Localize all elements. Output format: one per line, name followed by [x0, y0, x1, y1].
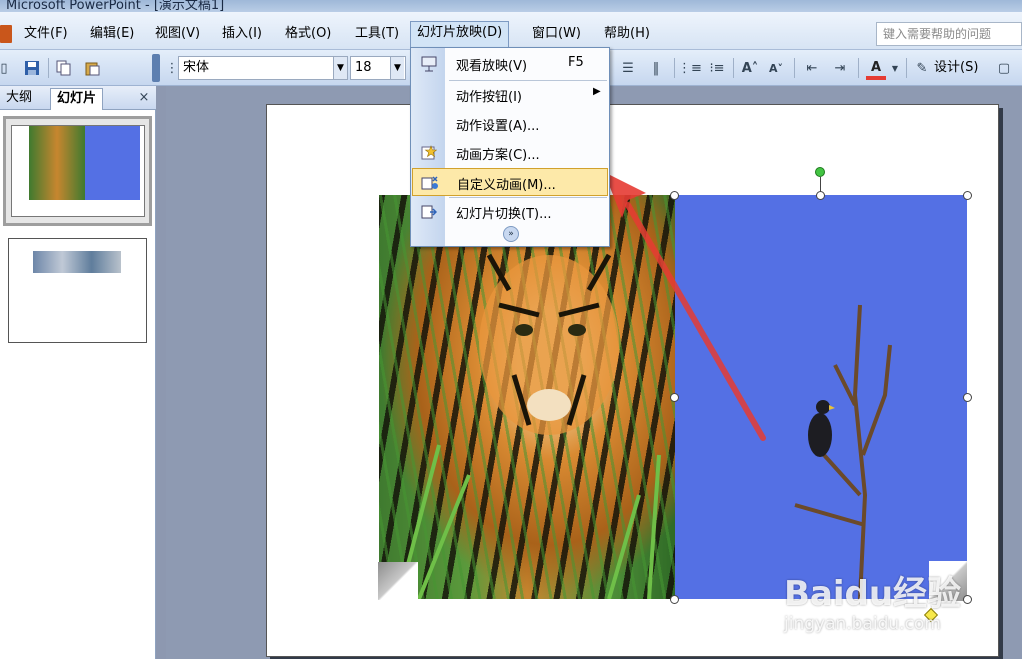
title-bar: Microsoft PowerPoint - [演示文稿1]: [0, 0, 1022, 12]
menu-item-slide-transition[interactable]: 幻灯片切换(T)...: [412, 198, 608, 226]
columns-icon[interactable]: ‖: [646, 58, 666, 78]
resize-handle-e[interactable]: [963, 393, 972, 402]
menu-edit[interactable]: 编辑(E): [84, 23, 140, 45]
slideshow-icon: [420, 56, 438, 72]
increase-font-icon[interactable]: A˄: [740, 58, 760, 78]
menu-view[interactable]: 视图(V): [149, 23, 206, 45]
page-curl-left: [378, 562, 418, 600]
tiger-thumbnail-image: [29, 126, 85, 200]
submenu-arrow-icon: ▶: [593, 86, 601, 97]
menu-insert[interactable]: 插入(I): [216, 23, 268, 45]
transition-icon: [420, 204, 438, 220]
menu-item-view-show[interactable]: 观看放映(V) F5: [412, 50, 608, 78]
design-button[interactable]: 设计(S): [934, 58, 978, 78]
toolbar-divider: [794, 58, 795, 78]
resize-handle-n[interactable]: [816, 191, 825, 200]
banner-thumbnail-image: [33, 251, 121, 273]
bullet-list-icon[interactable]: ⁝≡: [707, 58, 727, 78]
menu-item-label: 幻灯片切换(T)...: [456, 207, 552, 222]
font-color-icon[interactable]: A: [866, 58, 886, 80]
help-search-input[interactable]: 键入需要帮助的问题: [876, 22, 1022, 46]
toolbar-divider: [733, 58, 734, 78]
bird-branch-icon: [794, 304, 892, 599]
custom-animation-icon: [421, 175, 439, 191]
menu-tools[interactable]: 工具(T): [349, 23, 405, 45]
toolbar-grip[interactable]: [152, 54, 160, 82]
menu-format[interactable]: 格式(O): [279, 23, 337, 45]
font-name-field[interactable]: 宋体: [178, 56, 348, 80]
powerpoint-app-icon[interactable]: [0, 25, 12, 43]
tiger-face-icon: [397, 253, 661, 599]
menu-item-animation-schemes[interactable]: 动画方案(C)...: [412, 139, 608, 167]
decrease-indent-icon[interactable]: ⇤: [802, 58, 822, 78]
menu-item-custom-animation[interactable]: 自定义动画(M)...: [412, 168, 608, 196]
menu-item-label: 自定义动画(M)...: [457, 178, 556, 193]
menu-item-label: 观看放映(V): [456, 59, 528, 74]
font-name-dropdown-icon[interactable]: ▼: [333, 57, 347, 79]
close-pane-icon[interactable]: ×: [136, 88, 152, 108]
menu-item-action-settings[interactable]: 动作设置(A)...: [412, 110, 608, 138]
menu-item-action-buttons[interactable]: 动作按钮(I) ▶: [412, 81, 608, 109]
new-slide-icon[interactable]: ▢: [994, 58, 1014, 78]
increase-indent-icon[interactable]: ⇥: [830, 58, 850, 78]
toolbar-divider: [674, 58, 675, 78]
menu-file[interactable]: 文件(F): [18, 23, 74, 45]
resize-handle-w[interactable]: [670, 393, 679, 402]
font-size-dropdown-icon[interactable]: ▼: [390, 57, 404, 79]
align-justify-icon[interactable]: ☰: [618, 58, 638, 78]
pane-tabs: 大纲 幻灯片 ×: [0, 86, 156, 110]
paste-icon[interactable]: [82, 58, 102, 78]
numbered-list-icon[interactable]: ⋮≡: [678, 58, 702, 78]
menu-help[interactable]: 帮助(H): [598, 23, 656, 45]
decrease-font-icon[interactable]: A˅: [766, 58, 786, 78]
save-icon[interactable]: [22, 58, 42, 78]
tab-slides[interactable]: 幻灯片: [50, 88, 104, 110]
tab-outline[interactable]: 大纲: [0, 88, 38, 110]
baidu-watermark-url: jingyan.baidu.com: [784, 614, 941, 634]
toolbar-divider: [858, 58, 859, 78]
expand-menu-icon[interactable]: »: [503, 226, 519, 242]
resize-handle-se[interactable]: [963, 595, 972, 604]
toolbar-divider: [906, 58, 907, 78]
slide-thumbnail-1[interactable]: [3, 116, 152, 226]
resize-handle-nw[interactable]: [670, 191, 679, 200]
tiger-image[interactable]: [379, 195, 675, 599]
menu-item-label: 动作设置(A)...: [456, 119, 540, 134]
slide-thumbnail-2[interactable]: [8, 238, 147, 343]
copy-icon[interactable]: [54, 58, 74, 78]
slide-thumbnail-content: [11, 125, 145, 217]
toolbar-divider: [48, 58, 49, 78]
slideshow-dropdown-menu: 观看放映(V) F5 动作按钮(I) ▶ 动作设置(A)... 动画方案(C).…: [410, 47, 610, 247]
rotate-handle[interactable]: [815, 167, 825, 177]
baidu-watermark-logo: Baidu经验: [784, 574, 962, 614]
resize-handle-sw[interactable]: [670, 595, 679, 604]
menu-item-shortcut: F5: [568, 55, 584, 70]
design-icon[interactable]: ✎: [912, 58, 932, 78]
menu-slideshow[interactable]: 幻灯片放映(D): [410, 21, 510, 47]
menu-window[interactable]: 窗口(W): [526, 23, 587, 45]
bird-image[interactable]: [675, 195, 967, 599]
window-title: Microsoft PowerPoint - [演示文稿1]: [6, 0, 225, 12]
star-icon: [420, 145, 438, 161]
menu-item-label: 动画方案(C)...: [456, 148, 540, 163]
menu-bar: 文件(F) 编辑(E) 视图(V) 插入(I) 格式(O) 工具(T) 幻灯片放…: [0, 12, 1022, 50]
slides-pane: 大纲 幻灯片 ×: [0, 86, 156, 659]
sky-thumbnail-image: [85, 126, 140, 200]
resize-handle-ne[interactable]: [963, 191, 972, 200]
font-color-dropdown-icon[interactable]: ▼: [889, 58, 901, 78]
menu-item-label: 动作按钮(I): [456, 90, 522, 105]
toolbar-handle[interactable]: ⋮: [166, 58, 179, 78]
new-icon[interactable]: ▯: [0, 58, 14, 78]
